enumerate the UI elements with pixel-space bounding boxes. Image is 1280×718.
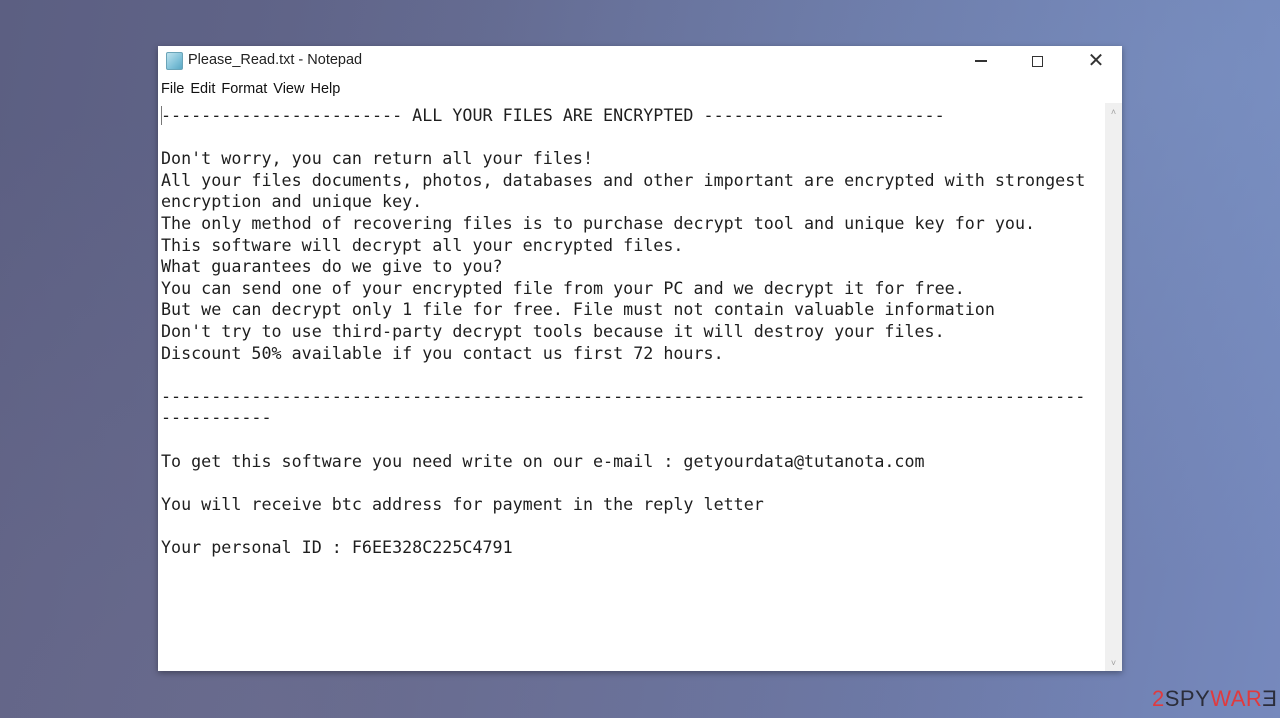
text-line: But we can decrypt only 1 file for free.… xyxy=(161,299,995,320)
text-line: What guarantees do we give to you? xyxy=(161,256,503,277)
document-text[interactable]: ------------------------ ALL YOUR FILES … xyxy=(161,105,1085,558)
scroll-down-button[interactable]: ˅ xyxy=(1105,654,1122,671)
close-icon: ✕ xyxy=(1087,50,1105,72)
text-line: This software will decrypt all your encr… xyxy=(161,234,684,255)
menu-file[interactable]: File xyxy=(158,81,187,101)
text-line: You will receive btc address for payment… xyxy=(161,493,764,514)
watermark-part: Ǝ xyxy=(1262,686,1278,711)
text-line: The only method of recovering files is t… xyxy=(161,212,1036,233)
notepad-window: Please_Read.txt - Notepad ✕ File Edit Fo… xyxy=(158,46,1122,671)
maximize-button[interactable] xyxy=(1014,46,1060,76)
chevron-up-icon: ˄ xyxy=(1110,106,1117,117)
text-line: ------------------------ ALL YOUR FILES … xyxy=(161,105,945,125)
close-button[interactable]: ✕ xyxy=(1073,46,1119,76)
text-line: Your personal ID : F6EE328C225C4791 xyxy=(161,536,513,557)
watermark-part: 2 xyxy=(1152,686,1165,711)
text-line: All your files documents, photos, databa… xyxy=(161,169,1086,190)
menu-format[interactable]: Format xyxy=(218,81,270,101)
minimize-icon xyxy=(975,60,987,62)
text-line: encryption and unique key. xyxy=(161,191,423,212)
menu-edit[interactable]: Edit xyxy=(187,81,218,101)
window-title: Please_Read.txt - Notepad xyxy=(188,52,363,68)
minimize-button[interactable] xyxy=(958,46,1004,76)
menu-view[interactable]: View xyxy=(270,81,307,101)
text-line: Don't worry, you can return all your fil… xyxy=(161,148,594,169)
text-line: Don't try to use third-party decrypt too… xyxy=(161,320,945,341)
menu-bar: File Edit Format View Help xyxy=(158,81,343,101)
text-line: ----------- xyxy=(161,407,272,428)
title-bar[interactable]: Please_Read.txt - Notepad ✕ xyxy=(158,46,1122,76)
text-line: You can send one of your encrypted file … xyxy=(161,277,965,298)
chevron-down-icon: ˅ xyxy=(1110,657,1117,668)
scroll-up-button[interactable]: ˄ xyxy=(1105,103,1122,120)
watermark-part: SPY xyxy=(1164,686,1211,711)
watermark-logo: 2SPYWARƎ xyxy=(1152,686,1277,712)
text-line: Discount 50% available if you contact us… xyxy=(161,342,724,363)
menu-help[interactable]: Help xyxy=(307,81,343,101)
text-line: To get this software you need write on o… xyxy=(161,450,925,471)
watermark-part: WAR xyxy=(1210,686,1263,711)
text-line: ----------------------------------------… xyxy=(161,385,1086,406)
vertical-scrollbar[interactable]: ˄ ˅ xyxy=(1105,103,1122,671)
maximize-icon xyxy=(1031,55,1043,67)
text-editor-area[interactable]: ------------------------ ALL YOUR FILES … xyxy=(158,103,1104,671)
notepad-icon xyxy=(166,52,183,70)
